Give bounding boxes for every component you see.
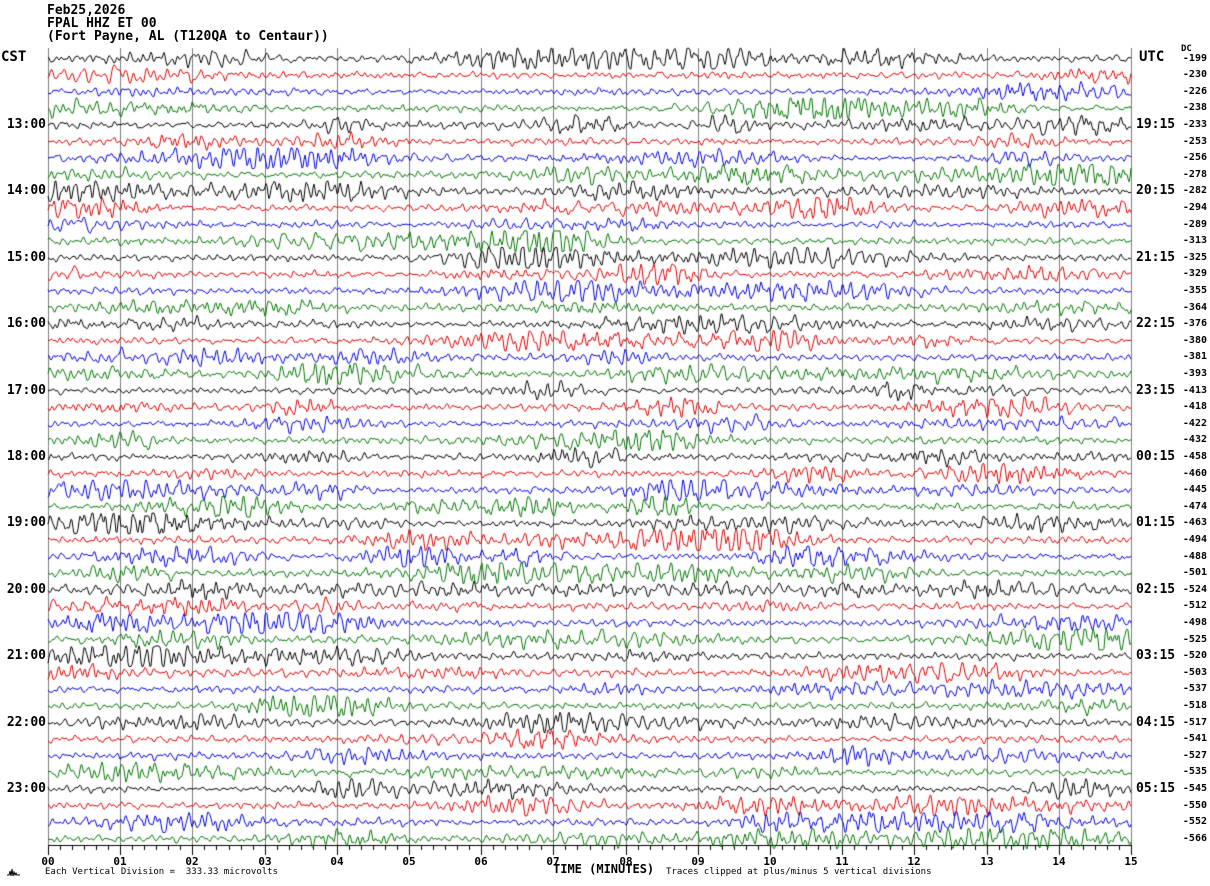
x-axis-tick-label: 06 — [474, 855, 488, 868]
x-axis-tick-label: 01 — [113, 855, 127, 868]
dc-offset-value: -238 — [1182, 102, 1207, 113]
left-timezone-label: CST — [1, 49, 27, 65]
x-axis-title: TIME (MINUTES) — [553, 862, 655, 876]
cst-hour-label: 16:00 — [6, 316, 46, 331]
dc-offset-value: -278 — [1182, 169, 1207, 180]
x-axis-tick-label: 04 — [330, 855, 344, 868]
dc-offset-value: -432 — [1182, 434, 1207, 445]
dc-offset-value: -364 — [1182, 302, 1207, 313]
dc-offset-value: -256 — [1182, 152, 1207, 163]
dc-offset-value: -413 — [1182, 385, 1207, 396]
cst-hour-label: 13:00 — [6, 117, 46, 132]
dc-offset-value: -520 — [1182, 650, 1207, 661]
cst-hour-label: 23:00 — [6, 781, 46, 796]
cst-hour-label: 15:00 — [6, 250, 46, 265]
dc-offset-value: -460 — [1182, 468, 1207, 479]
dc-offset-value: -393 — [1182, 368, 1207, 379]
dc-offset-value: -518 — [1182, 700, 1207, 711]
cst-hour-label: 14:00 — [6, 183, 46, 198]
scale-note: Each Vertical Division = 333.33 microvol… — [45, 867, 278, 877]
dc-offset-value: -289 — [1182, 219, 1207, 230]
dc-offset-value: -458 — [1182, 451, 1207, 462]
dc-offset-value: -524 — [1182, 584, 1207, 595]
cst-hour-label: 18:00 — [6, 449, 46, 464]
title-location: (Fort Payne, AL (T120QA to Centaur)) — [47, 29, 329, 44]
x-axis-tick-label: 00 — [41, 855, 55, 868]
mini-seismogram-icon — [7, 868, 20, 877]
clip-note: Traces clipped at plus/minus 5 vertical … — [666, 867, 932, 877]
dc-offset-value: -380 — [1182, 335, 1207, 346]
dc-offset-value: -381 — [1182, 351, 1207, 362]
dc-offset-value: -517 — [1182, 717, 1207, 728]
seismogram-canvas — [0, 0, 1210, 886]
dc-offset-value: -418 — [1182, 401, 1207, 412]
cst-hour-label: 20:00 — [6, 582, 46, 597]
x-axis-tick-label: 02 — [185, 855, 199, 868]
dc-offset-value: -445 — [1182, 484, 1207, 495]
x-axis-tick-label: 05 — [402, 855, 416, 868]
x-axis-tick-label: 11 — [835, 855, 849, 868]
dc-offset-value: -537 — [1182, 683, 1207, 694]
dc-offset-value: -463 — [1182, 517, 1207, 528]
dc-offset-value: -422 — [1182, 418, 1207, 429]
dc-offset-value: -325 — [1182, 252, 1207, 263]
dc-offset-value: -294 — [1182, 202, 1207, 213]
cst-hour-label: 21:00 — [6, 648, 46, 663]
dc-offset-value: -226 — [1182, 86, 1207, 97]
dc-offset-value: -535 — [1182, 766, 1207, 777]
dc-offset-value: -501 — [1182, 567, 1207, 578]
dc-offset-value: -230 — [1182, 69, 1207, 80]
dc-offset-value: -550 — [1182, 800, 1207, 811]
x-axis-tick-label: 10 — [763, 855, 777, 868]
dc-offset-value: -199 — [1182, 53, 1207, 64]
dc-offset-value: -329 — [1182, 268, 1207, 279]
dc-offset-value: -282 — [1182, 185, 1207, 196]
dc-offset-value: -525 — [1182, 634, 1207, 645]
dc-offset-value: -253 — [1182, 136, 1207, 147]
dc-offset-value: -545 — [1182, 783, 1207, 794]
dc-offset-value: -566 — [1182, 833, 1207, 844]
x-axis-tick-label: 13 — [980, 855, 994, 868]
x-axis-tick-label: 15 — [1124, 855, 1138, 868]
dc-offset-value: -503 — [1182, 667, 1207, 678]
x-axis-tick-label: 12 — [907, 855, 921, 868]
dc-offset-value: -498 — [1182, 617, 1207, 628]
dc-offset-value: -233 — [1182, 119, 1207, 130]
helicorder-screen: Feb25,2026 FPAL HHZ ET 00 (Fort Payne, A… — [0, 0, 1210, 886]
dc-offset-value: -552 — [1182, 816, 1207, 827]
cst-hour-label: 19:00 — [6, 515, 46, 530]
cst-hour-label: 22:00 — [6, 715, 46, 730]
x-axis-tick-label: 03 — [258, 855, 272, 868]
dc-offset-value: -541 — [1182, 733, 1207, 744]
dc-offset-value: -488 — [1182, 551, 1207, 562]
dc-offset-value: -474 — [1182, 501, 1207, 512]
dc-offset-value: -355 — [1182, 285, 1207, 296]
right-timezone-label: UTC — [1139, 49, 1165, 65]
dc-offset-value: -527 — [1182, 750, 1207, 761]
dc-offset-value: -512 — [1182, 600, 1207, 611]
x-axis-tick-label: 14 — [1052, 855, 1066, 868]
cst-hour-label: 17:00 — [6, 383, 46, 398]
dc-offset-value: -313 — [1182, 235, 1207, 246]
x-axis-tick-label: 09 — [691, 855, 705, 868]
dc-offset-value: -494 — [1182, 534, 1207, 545]
dc-offset-value: -376 — [1182, 318, 1207, 329]
